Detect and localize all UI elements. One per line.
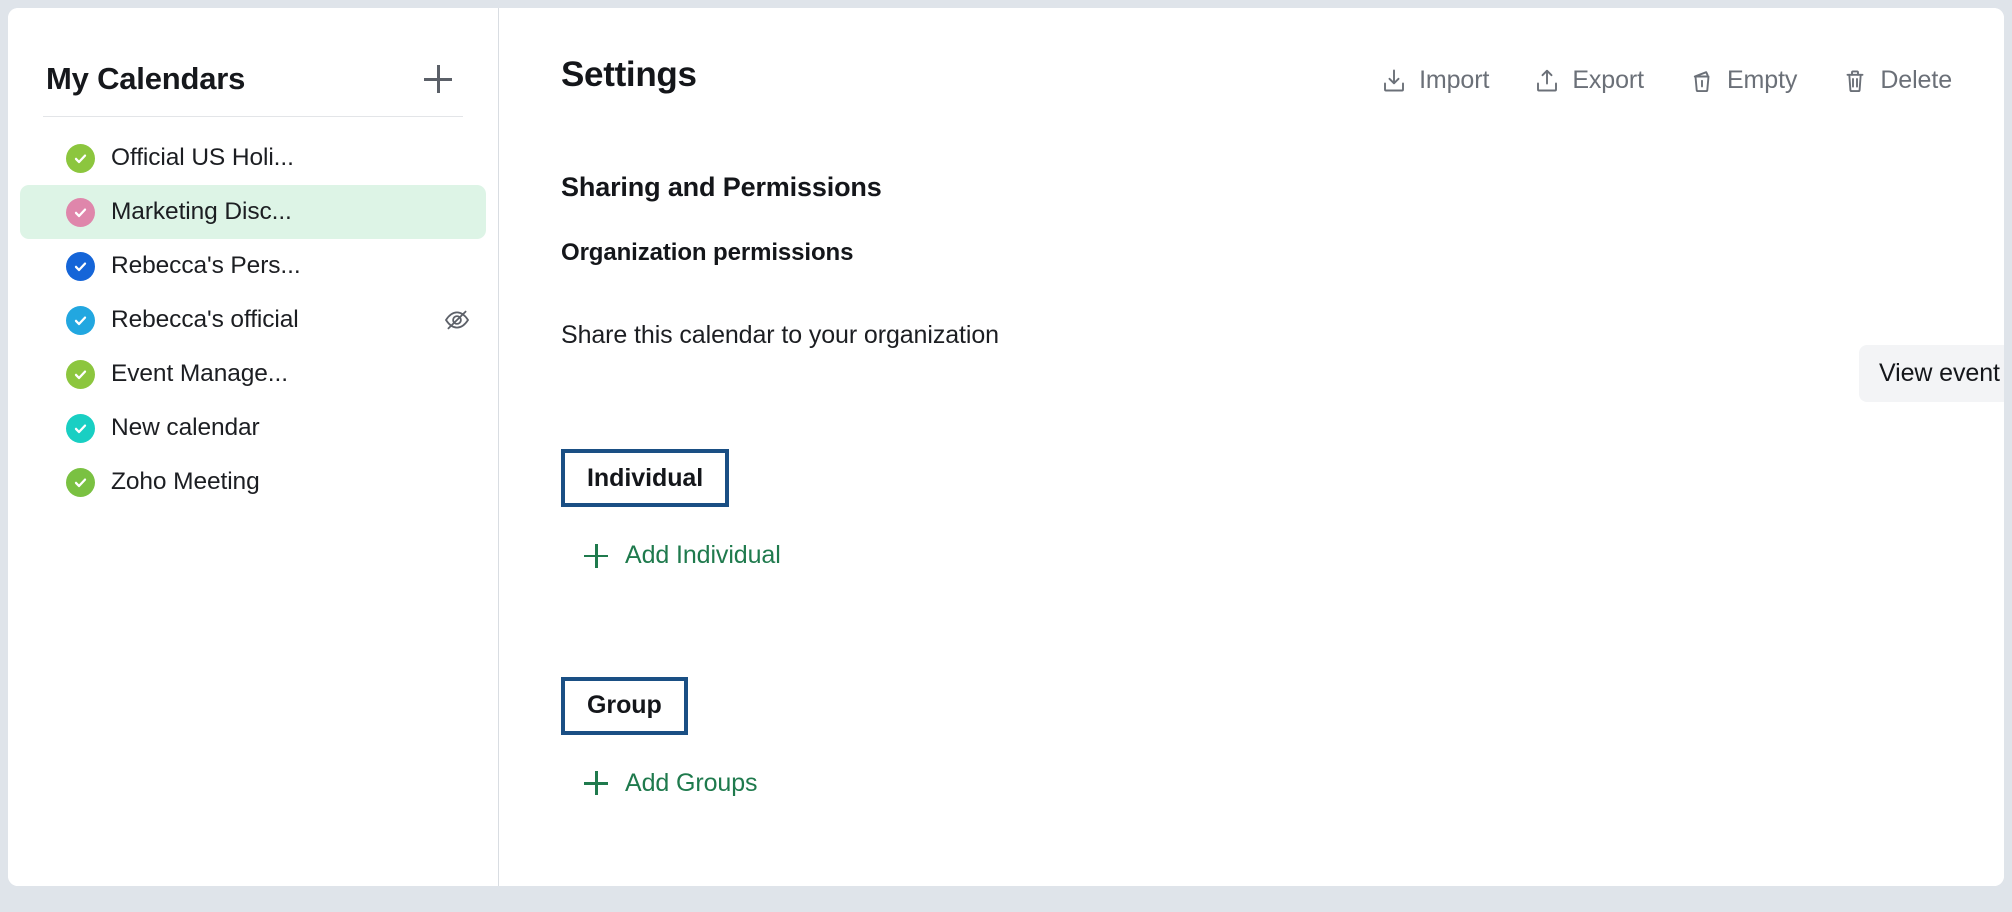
import-button[interactable]: Import [1380,66,1489,95]
import-icon [1380,67,1408,95]
calendar-list: Official US Holi... Marketing Disc... Rebe… [8,117,498,509]
settings-content: Sharing and Permissions Organization per… [499,172,2004,800]
calendar-checkbox-icon[interactable] [66,468,95,497]
export-icon [1533,67,1561,95]
subheading-organization-permissions: Organization permissions [561,239,1942,267]
plus-icon [584,771,608,795]
plus-icon [584,544,608,568]
calendar-list-item[interactable]: Official US Holi... [20,131,486,185]
calendar-list-item[interactable]: Zoho Meeting [20,455,486,509]
calendar-list-item[interactable]: New calendar [20,401,486,455]
calendar-checkbox-icon[interactable] [66,360,95,389]
individual-heading-box: Individual [561,449,729,507]
trash-icon [1841,67,1869,95]
eye-slash-icon[interactable] [440,303,474,337]
share-organization-label: Share this calendar to your organization [561,321,999,350]
group-section: Group Add Groups [561,677,1942,801]
import-label: Import [1419,66,1489,95]
empty-button[interactable]: Empty [1688,66,1797,95]
sidebar-title: My Calendars [46,61,245,97]
share-organization-row: Share this calendar to your organization [561,307,1942,363]
calendar-list-item[interactable]: Rebecca's Pers... [20,239,486,293]
calendar-name: Zoho Meeting [111,468,260,496]
sidebar-header: My Calendars [8,8,498,97]
delete-label: Delete [1880,66,1952,95]
calendar-checkbox-icon[interactable] [66,414,95,443]
calendar-checkbox-icon[interactable] [66,198,95,227]
section-heading-sharing: Sharing and Permissions [561,172,1942,203]
add-calendar-button[interactable] [421,62,455,96]
calendar-list-item[interactable]: Rebecca's official [20,293,486,347]
individual-section: Individual Add Individual [561,449,1942,573]
delete-button[interactable]: Delete [1841,66,1952,95]
calendar-checkbox-icon[interactable] [66,306,95,335]
calendar-name: Marketing Disc... [111,198,292,226]
app-window: My Calendars Official US Holi... Marketin… [8,8,2004,886]
organization-permission-select[interactable]: View event details [1859,345,2004,402]
trash-open-icon [1688,67,1716,95]
main-content: Settings Import Export Empty Delete Sharing… [499,8,2004,886]
export-label: Export [1572,66,1644,95]
group-heading-box: Group [561,677,688,735]
calendar-list-item[interactable]: Marketing Disc... [20,185,486,239]
calendar-name: Official US Holi... [111,144,294,172]
empty-label: Empty [1727,66,1797,95]
calendar-list-item[interactable]: Event Manage... [20,347,486,401]
main-header: Settings Import Export Empty Delete [499,8,2004,95]
page-title: Settings [561,55,697,95]
individual-heading-label: Individual [587,464,703,493]
organization-permission-value: View event details [1879,359,2004,388]
add-groups-button[interactable]: Add Groups [584,769,757,798]
export-button[interactable]: Export [1533,66,1644,95]
calendar-name: Rebecca's official [111,306,299,334]
toolbar: Import Export Empty Delete [1380,55,1952,95]
add-groups-label: Add Groups [625,769,757,798]
sidebar: My Calendars Official US Holi... Marketin… [8,8,499,886]
calendar-checkbox-icon[interactable] [66,252,95,281]
group-heading-label: Group [587,691,662,720]
calendar-name: Rebecca's Pers... [111,252,301,280]
calendar-name: New calendar [111,414,260,442]
add-individual-label: Add Individual [625,541,781,570]
calendar-name: Event Manage... [111,360,288,388]
calendar-checkbox-icon[interactable] [66,144,95,173]
add-individual-button[interactable]: Add Individual [584,541,781,570]
